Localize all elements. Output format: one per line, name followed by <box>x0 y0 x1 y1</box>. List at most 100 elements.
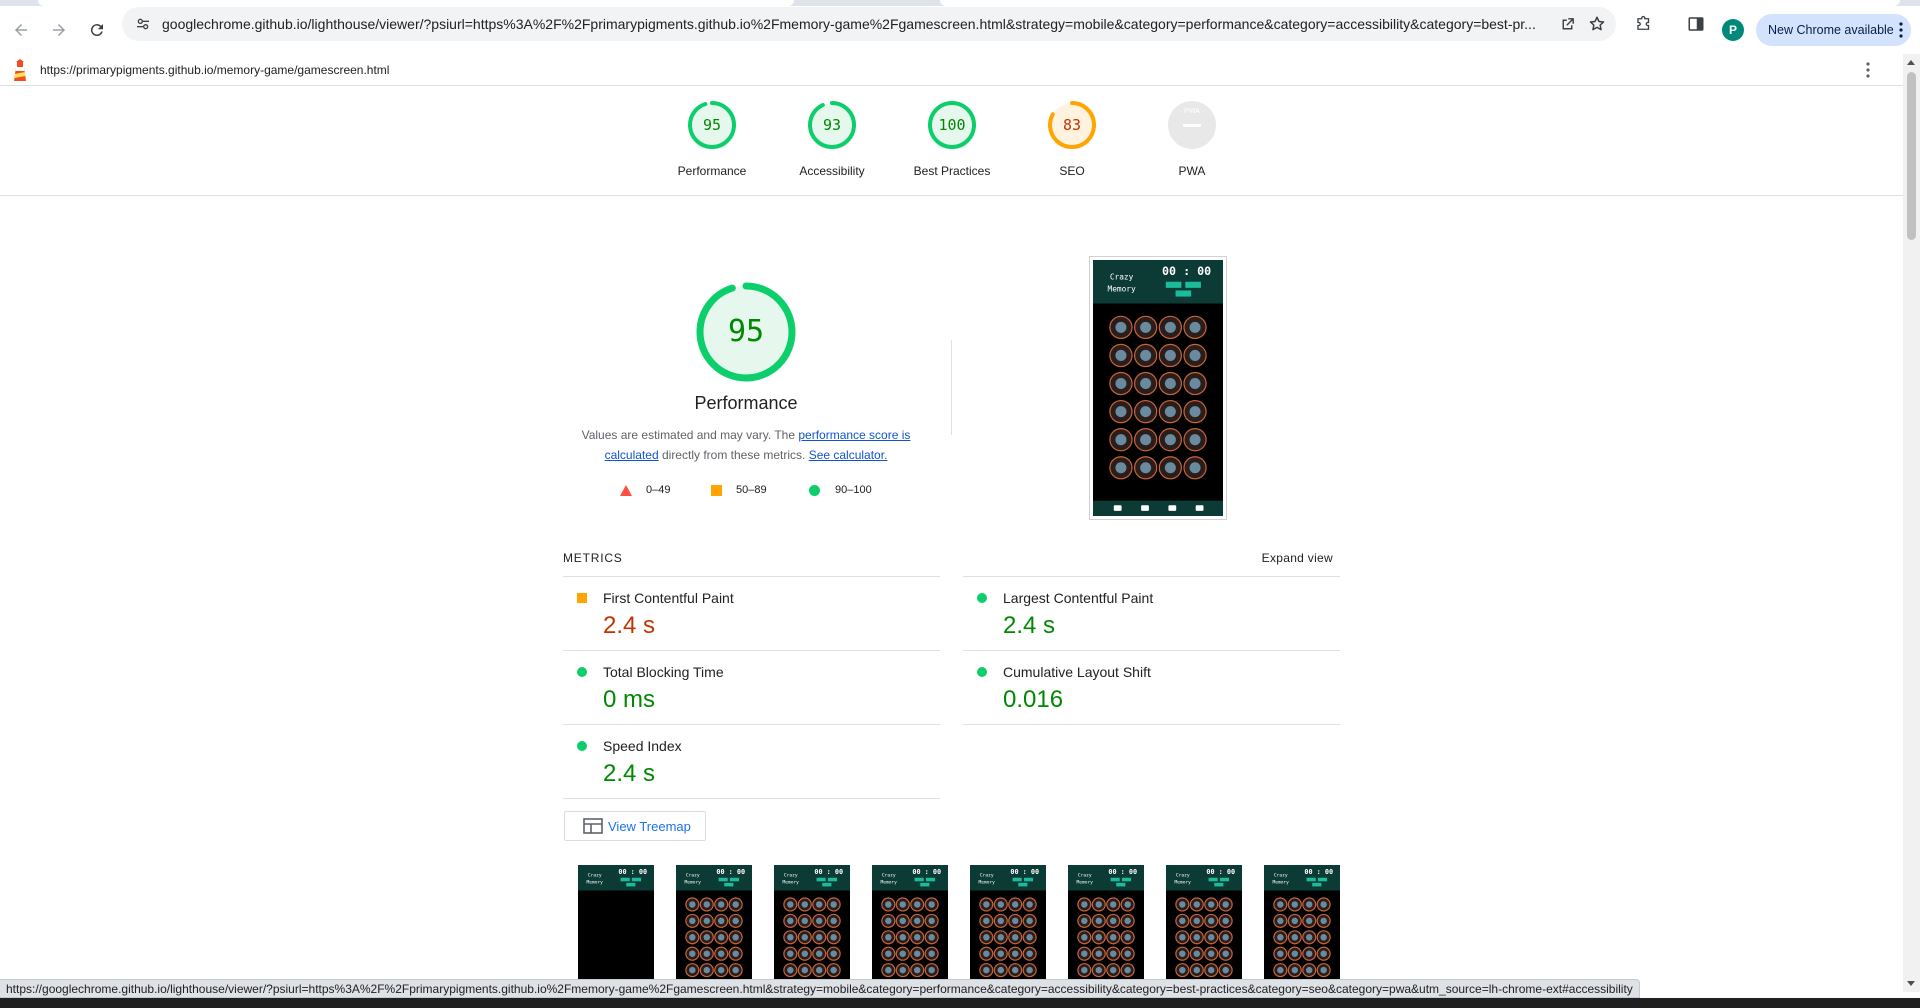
card-face <box>1207 966 1215 974</box>
gauge-accessibility[interactable]: 93 Accessibility <box>782 100 882 178</box>
view-treemap-button[interactable]: View Treemap <box>564 811 706 841</box>
back-icon[interactable] <box>4 13 38 47</box>
card-face <box>703 934 711 941</box>
reload-icon[interactable] <box>80 13 114 47</box>
bookmark-star-icon[interactable] <box>1582 9 1612 39</box>
card-face <box>913 950 921 957</box>
side-panel-icon[interactable] <box>1680 7 1712 41</box>
card-face <box>1277 934 1284 941</box>
final-screenshot[interactable]: Crazy Memory 00 : 00 <box>1089 256 1227 520</box>
forward-icon[interactable] <box>42 13 76 47</box>
card-face <box>1222 950 1229 957</box>
extensions-icon[interactable] <box>1628 7 1660 41</box>
card-face <box>913 917 921 925</box>
card-face <box>899 934 907 941</box>
game-timer: 00 : 00 <box>1162 264 1211 278</box>
gauge-best-practices[interactable]: 100 Best Practices <box>902 100 1002 178</box>
card-face <box>1164 462 1176 474</box>
metric-value: 0.016 <box>1003 686 1064 713</box>
card-face <box>1179 966 1186 974</box>
game-title: Memory <box>1273 879 1290 885</box>
card-face <box>1291 934 1299 941</box>
card-face <box>1222 934 1229 941</box>
pass-circle-icon <box>977 667 987 677</box>
card-face <box>899 901 907 908</box>
game-reset-button <box>1018 882 1028 887</box>
card-face <box>928 901 935 908</box>
card-face <box>689 950 696 957</box>
card-face <box>732 966 739 974</box>
card-face <box>732 917 739 925</box>
card-face <box>1026 950 1033 957</box>
view-treemap-label: View Treemap <box>608 818 691 834</box>
game-timer: 00 : 00 <box>716 868 745 876</box>
game-start-button <box>718 877 728 882</box>
profile-avatar[interactable]: P <box>1722 19 1744 41</box>
filmstrip-frame-image: CrazyMemory 00 : 00 <box>774 865 850 992</box>
address-url[interactable]: googlechrome.github.io/lighthouse/viewer… <box>162 16 1552 32</box>
card-face <box>815 934 823 941</box>
site-settings-icon[interactable] <box>128 9 158 39</box>
gauge-label: PWA <box>1178 164 1206 178</box>
card-face <box>1011 950 1019 957</box>
card-face <box>1115 462 1127 474</box>
card-face <box>815 901 823 908</box>
card-face <box>717 917 725 925</box>
address-bar[interactable]: googlechrome.github.io/lighthouse/viewer… <box>122 7 1616 41</box>
os-taskbar-edge <box>0 998 1920 1008</box>
card-face <box>815 917 823 925</box>
scroll-up-arrow-icon[interactable] <box>1907 60 1915 65</box>
open-in-new-icon[interactable] <box>1552 9 1582 39</box>
gauge-performance[interactable]: 95 Performance <box>662 100 762 178</box>
card-face <box>1109 966 1117 974</box>
game-title: Crazy <box>882 872 896 878</box>
see-calculator-link[interactable]: See calculator. <box>809 448 888 462</box>
card-face <box>801 950 809 957</box>
performance-description: Values are estimated and may vary. The p… <box>581 428 911 462</box>
card-face <box>1081 950 1088 957</box>
card-face <box>1026 917 1033 925</box>
card-face <box>1011 966 1019 974</box>
report-url[interactable]: https://primarypigments.github.io/memory… <box>40 63 389 77</box>
page-scrollbar[interactable] <box>1903 54 1920 992</box>
filmstrip-frame-image: CrazyMemory 00 : 00 <box>970 865 1046 992</box>
scroll-down-arrow-icon[interactable] <box>1907 981 1915 986</box>
card-face <box>1140 406 1152 418</box>
game-title: Memory <box>979 879 996 885</box>
expand-view-toggle[interactable]: Expand view <box>1262 551 1333 565</box>
report-menu-icon[interactable] <box>1858 60 1878 80</box>
link-status-bubble: https://googlechrome.github.io/lighthous… <box>0 979 1640 998</box>
card-face <box>1081 934 1088 941</box>
card-face <box>1207 901 1215 908</box>
card-face <box>928 966 935 974</box>
metric-name: Total Blocking Time <box>603 664 724 680</box>
gauge-score: 100 <box>938 116 966 134</box>
game-timer: 00 : 00 <box>814 868 843 876</box>
game-reset-button <box>1312 882 1322 887</box>
card-face <box>1115 406 1127 418</box>
card-face <box>787 934 794 941</box>
new-chrome-available-button[interactable]: New Chrome available <box>1756 14 1911 46</box>
card-face <box>830 966 837 974</box>
filmstrip-frame: Crazy Memory 00 : 00 <box>872 865 948 992</box>
scrollbar-thumb[interactable] <box>1907 72 1916 240</box>
filmstrip-frame-image: CrazyMemory 00 : 00 <box>1264 865 1340 992</box>
card-face <box>1222 917 1229 925</box>
section-divider <box>951 340 952 435</box>
card-face <box>1277 917 1284 925</box>
metric-divider <box>963 724 1340 725</box>
filmstrip-frame-image: CrazyMemory 00 : 00 <box>578 865 654 992</box>
metric-name: Speed Index <box>603 738 682 754</box>
game-title: Crazy <box>1110 273 1134 282</box>
card-face <box>913 934 921 941</box>
metric-speed-index: Speed Index 2.4 s <box>563 724 940 798</box>
card-face <box>1115 378 1127 390</box>
filmstrip-frame-image: CrazyMemory 00 : 00 <box>872 865 948 992</box>
youtube-icon <box>1195 505 1204 511</box>
kebab-menu-icon[interactable] <box>1899 22 1903 41</box>
card-face <box>1124 901 1131 908</box>
gauge-pwa[interactable]: PWA PWA <box>1142 100 1242 178</box>
gauge-seo[interactable]: 83 SEO <box>1022 100 1122 178</box>
card-face <box>1193 917 1201 925</box>
game-title: Crazy <box>784 872 798 878</box>
